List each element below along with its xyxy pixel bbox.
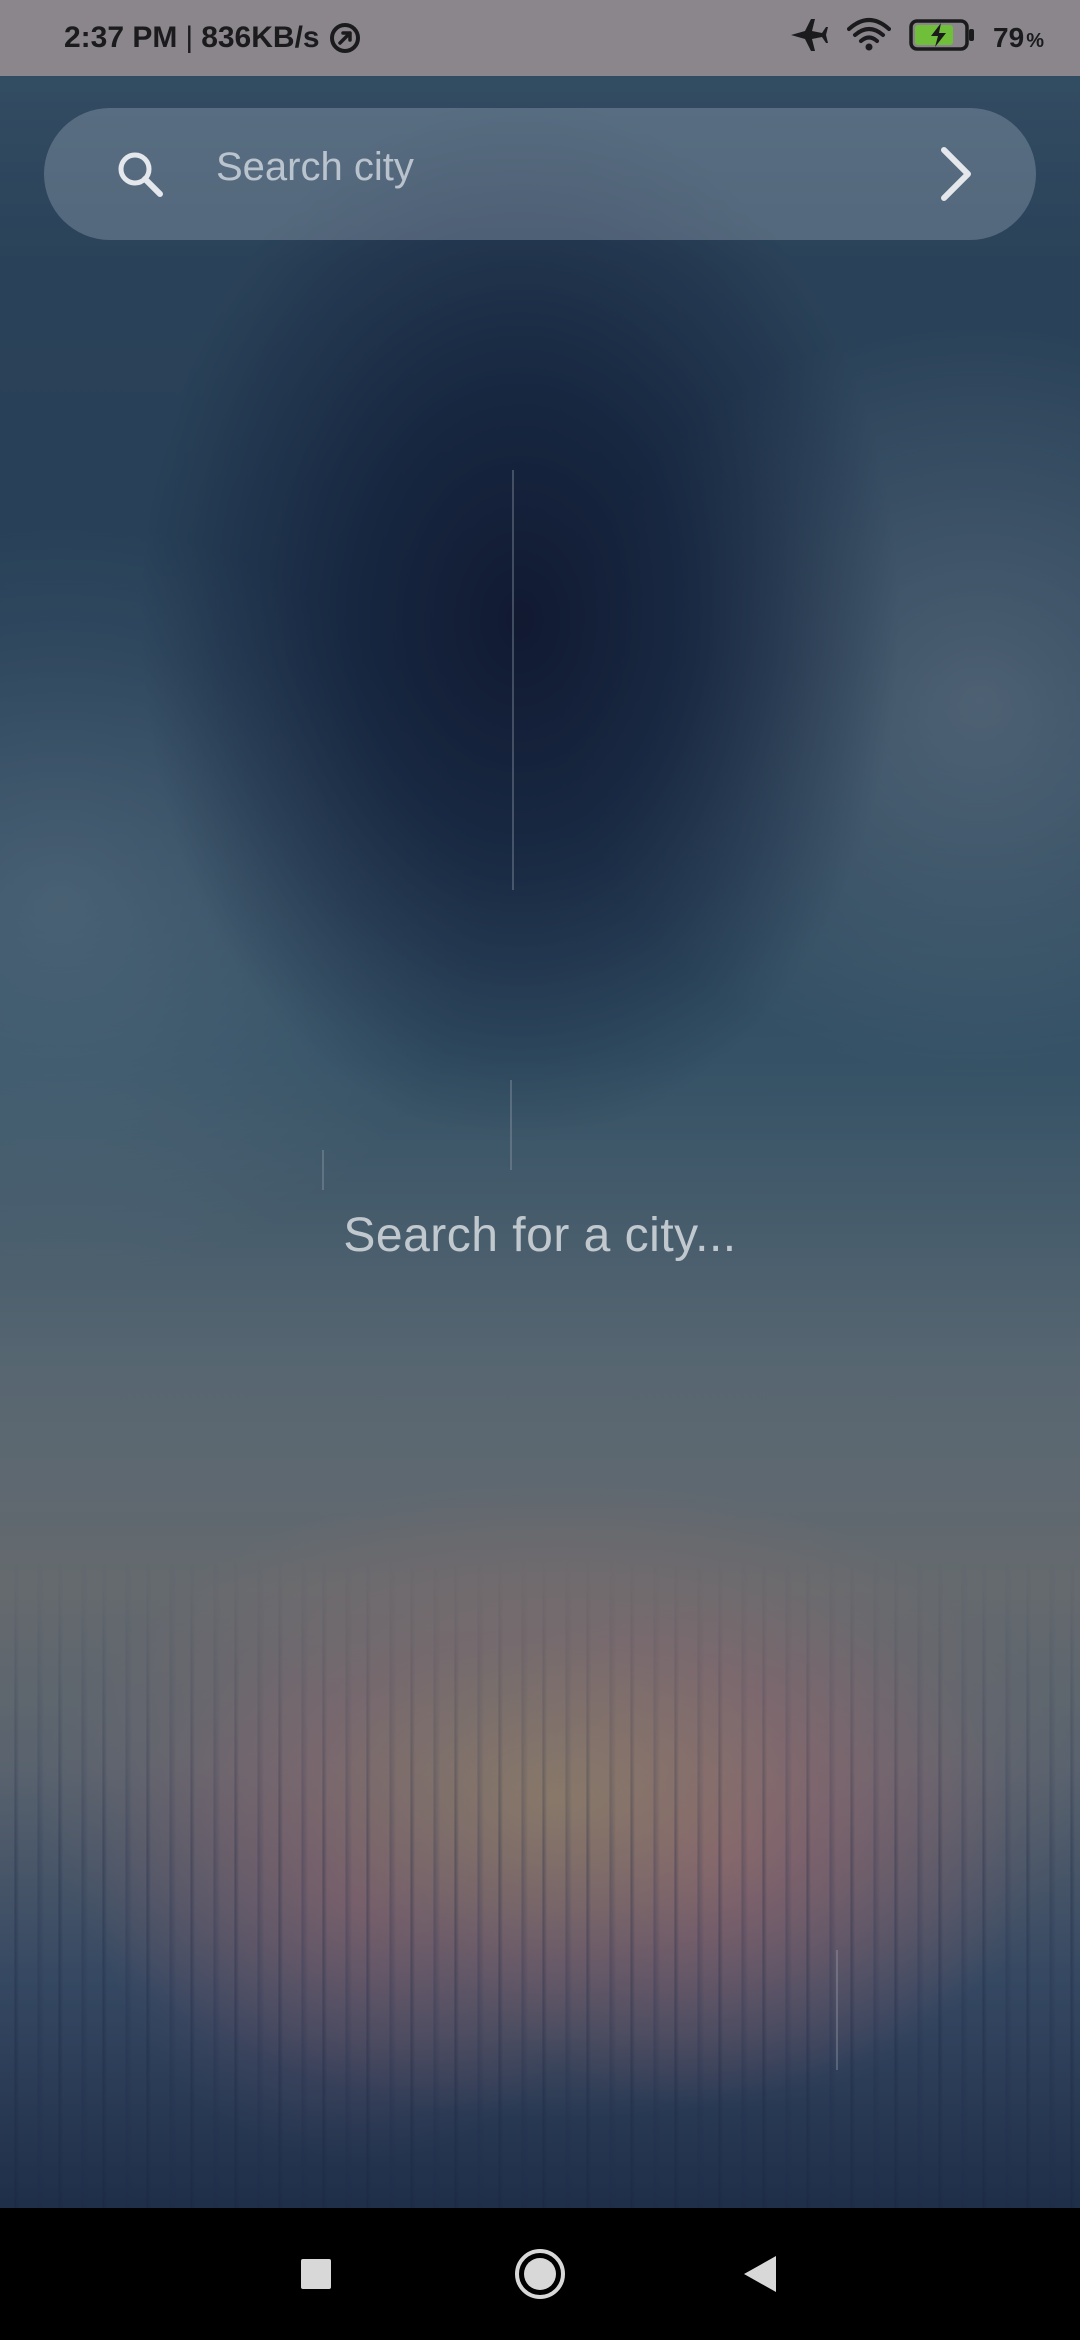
status-time: 2:37 PM xyxy=(64,21,178,54)
home-circle-icon xyxy=(515,2249,565,2299)
status-right: 79% xyxy=(789,17,1044,60)
recents-button[interactable] xyxy=(288,2246,344,2302)
battery-charging-icon xyxy=(909,18,975,59)
back-triangle-icon xyxy=(744,2256,776,2292)
city-search-bar[interactable] xyxy=(44,108,1036,240)
wifi-icon xyxy=(847,17,892,60)
data-saver-icon xyxy=(328,21,362,55)
status-separator: | xyxy=(185,21,194,54)
system-navigation-bar xyxy=(0,2208,1080,2340)
chevron-right-icon xyxy=(941,147,971,201)
status-left: 2:37 PM | 836KB/s xyxy=(64,21,362,55)
background-dim-overlay xyxy=(0,0,1080,2208)
home-button[interactable] xyxy=(512,2246,568,2302)
search-icon xyxy=(110,144,170,204)
recents-square-icon xyxy=(301,2259,331,2289)
airplane-mode-icon xyxy=(789,17,829,60)
battery-percent-sign: % xyxy=(1026,30,1044,52)
search-input[interactable] xyxy=(214,136,916,198)
status-bar: 2:37 PM | 836KB/s 79 % xyxy=(0,0,1080,76)
battery-percent-value: 79 xyxy=(993,22,1025,53)
empty-state-message: Search for a city... xyxy=(343,1209,737,1262)
battery-percentage: 79% xyxy=(993,22,1044,54)
network-speed: 836KB/s xyxy=(201,21,320,54)
back-button[interactable] xyxy=(732,2246,788,2302)
search-submit-button[interactable] xyxy=(916,134,996,214)
weather-search-screen: 2:37 PM | 836KB/s 79 % Search city Searc… xyxy=(0,0,1080,2340)
